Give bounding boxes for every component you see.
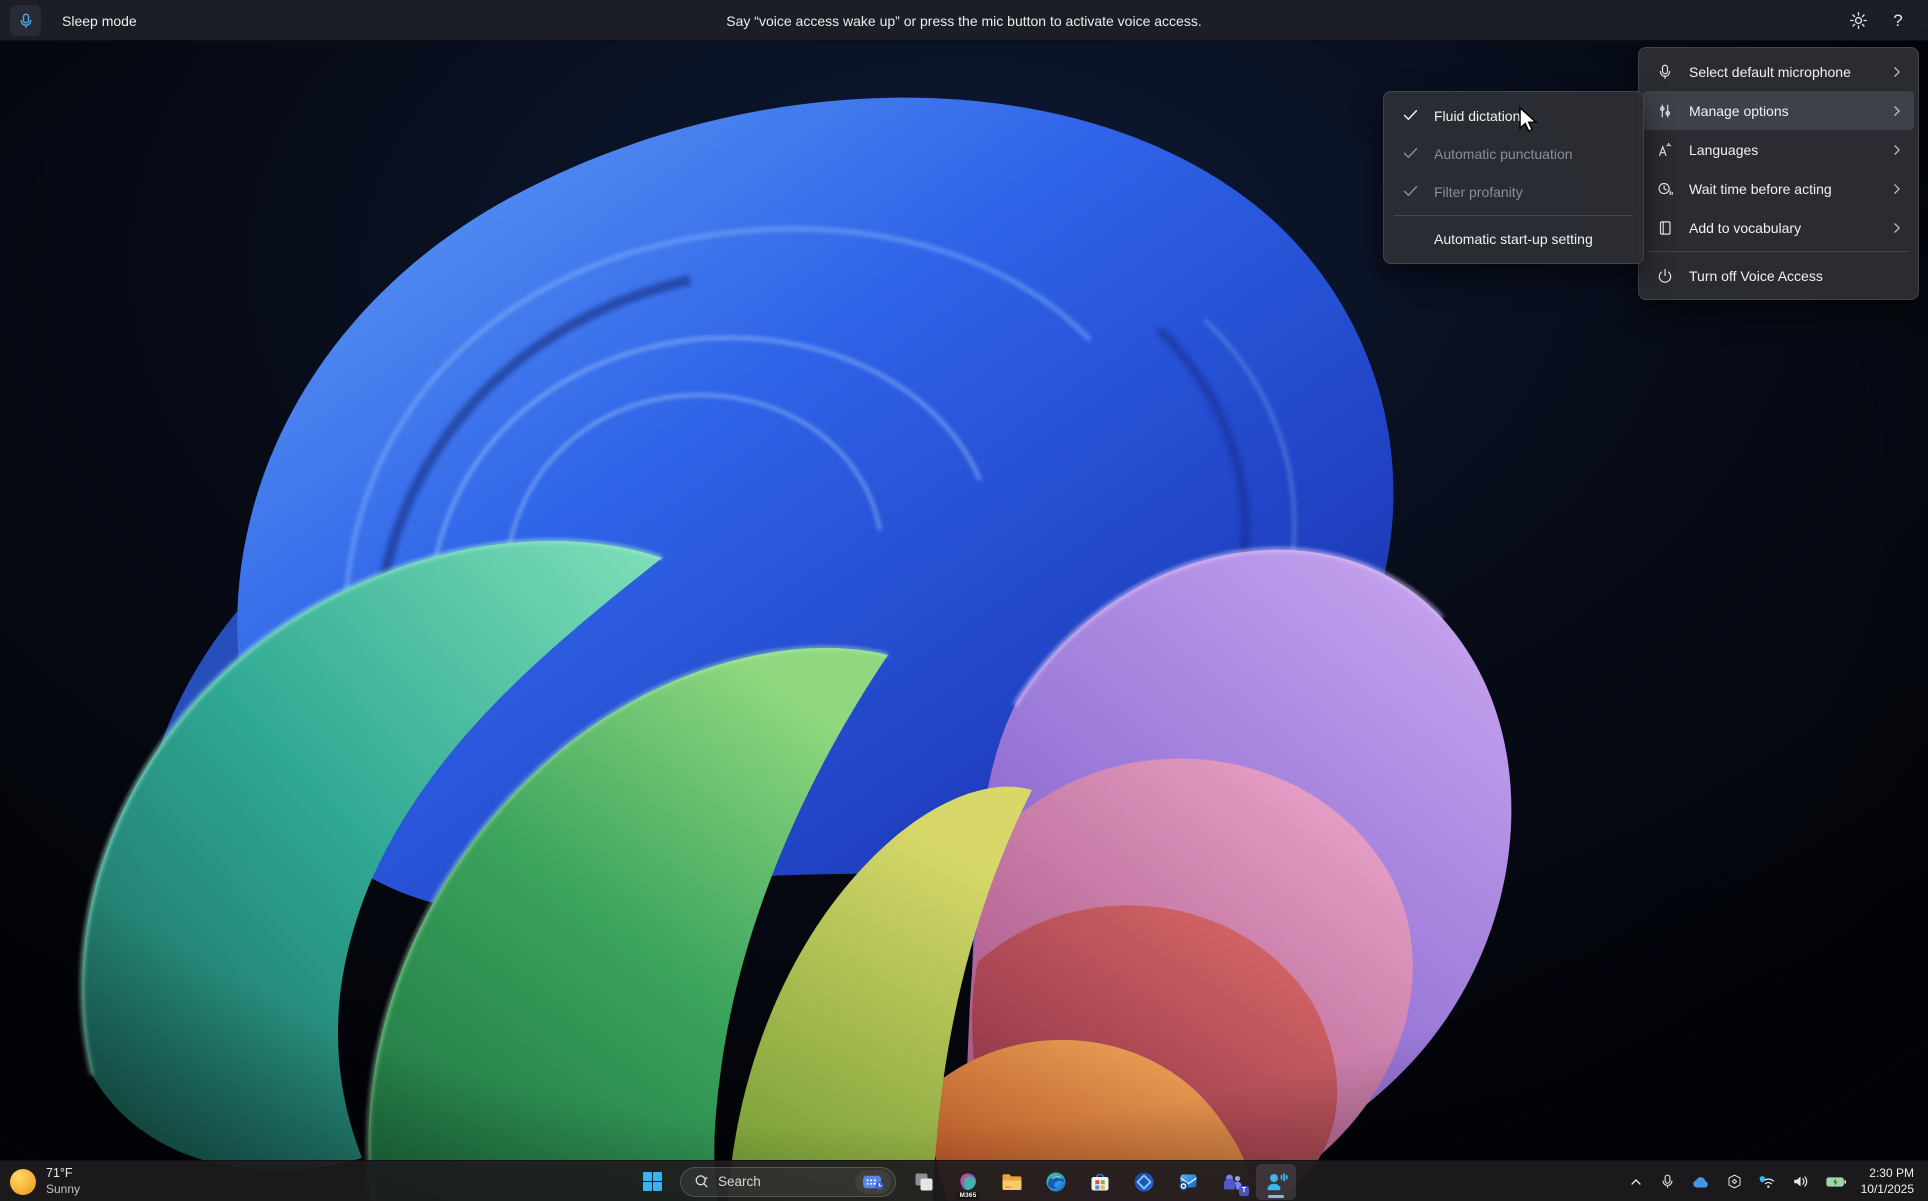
voice-access-mode-label: Sleep mode	[62, 0, 137, 41]
chevron-right-icon	[1890, 104, 1904, 118]
tray-date: 10/1/2025	[1861, 1182, 1914, 1198]
search-highlights-icon	[861, 1173, 885, 1191]
menu-item-languages[interactable]: Languages	[1643, 130, 1914, 169]
tray-volume-button[interactable]	[1785, 1164, 1817, 1200]
sun-icon	[10, 1169, 36, 1195]
chevron-right-icon	[1890, 182, 1904, 196]
voice-access-settings-button[interactable]	[1842, 5, 1874, 37]
menu-item-label: Add to vocabulary	[1689, 220, 1890, 236]
app-microsoft-teams[interactable]: T	[1212, 1164, 1252, 1200]
book-icon	[1655, 218, 1675, 238]
sliders-icon	[1655, 101, 1675, 121]
tray-show-hidden-icons-button[interactable]	[1621, 1164, 1651, 1200]
tray-battery-button[interactable]	[1818, 1164, 1854, 1200]
weather-condition: Sunny	[46, 1182, 80, 1197]
tray-microphone-button[interactable]	[1652, 1164, 1683, 1200]
chevron-right-icon	[1890, 143, 1904, 157]
wifi-shield-icon	[1758, 1173, 1777, 1190]
manage-options-submenu: Fluid dictation Automatic punctuation Fi…	[1383, 91, 1644, 264]
menu-item-select-default-microphone[interactable]: Select default microphone	[1643, 52, 1914, 91]
voice-access-message: Say “voice access wake up” or press the …	[0, 0, 1928, 41]
mouse-cursor	[1516, 106, 1540, 133]
submenu-item-filter-profanity[interactable]: Filter profanity	[1388, 173, 1639, 211]
taskbar: 71°F Sunny	[0, 1160, 1928, 1201]
app-microsoft-edge[interactable]	[1036, 1164, 1076, 1200]
menu-item-wait-time-before-acting[interactable]: Wait time before acting	[1643, 169, 1914, 208]
checkmark-icon	[1402, 108, 1424, 124]
voice-access-mic-button[interactable]	[10, 5, 41, 36]
tray-onedrive-button[interactable]	[1684, 1164, 1718, 1200]
checkmark-spacer	[1402, 231, 1424, 247]
tray-studio-effects-button[interactable]	[1719, 1164, 1750, 1200]
help-icon: ?	[1893, 11, 1902, 31]
menu-item-label: Turn off Voice Access	[1689, 268, 1904, 284]
checkmark-icon	[1402, 146, 1424, 162]
speaker-icon	[1792, 1173, 1810, 1190]
weather-widget[interactable]: 71°F Sunny	[10, 1161, 80, 1201]
weather-temperature: 71°F	[46, 1166, 80, 1182]
search-input[interactable]	[718, 1174, 836, 1189]
tray-time: 2:30 PM	[1861, 1166, 1914, 1182]
onedrive-cloud-icon	[1691, 1174, 1711, 1190]
submenu-separator	[1394, 215, 1633, 216]
voice-access-help-button[interactable]: ?	[1882, 5, 1914, 37]
menu-item-label: Languages	[1689, 142, 1890, 158]
menu-separator	[1649, 251, 1908, 252]
teams-badge: T	[1239, 1186, 1249, 1196]
menu-item-label: Select default microphone	[1689, 64, 1890, 80]
language-icon	[1655, 140, 1675, 160]
app-outlook[interactable]	[1168, 1164, 1208, 1200]
chevron-up-icon	[1628, 1174, 1644, 1190]
menu-item-turn-off-voice-access[interactable]: Turn off Voice Access	[1643, 256, 1914, 295]
clock-icon	[1655, 179, 1675, 199]
battery-charging-icon	[1825, 1175, 1847, 1189]
gear-icon	[1849, 11, 1868, 30]
app-microsoft-store[interactable]	[1080, 1164, 1120, 1200]
chevron-right-icon	[1890, 65, 1904, 79]
submenu-item-fluid-dictation[interactable]: Fluid dictation	[1388, 97, 1639, 135]
search-icon	[693, 1173, 710, 1190]
submenu-item-automatic-punctuation[interactable]: Automatic punctuation	[1388, 135, 1639, 173]
task-view-button[interactable]	[904, 1164, 944, 1200]
microsoft-365-copilot-icon	[956, 1170, 980, 1194]
windows-logo-icon	[642, 1171, 663, 1192]
microphone-icon	[1655, 62, 1675, 82]
submenu-item-label: Automatic start-up setting	[1434, 231, 1629, 247]
chevron-right-icon	[1890, 221, 1904, 235]
outlook-icon	[1176, 1170, 1200, 1194]
power-icon	[1655, 266, 1675, 286]
tray-network-button[interactable]	[1751, 1164, 1784, 1200]
copilot-app-icon	[1132, 1170, 1156, 1194]
search-highlights-button[interactable]	[855, 1170, 891, 1194]
submenu-item-label: Filter profanity	[1434, 184, 1629, 200]
start-button[interactable]	[632, 1164, 672, 1200]
file-explorer-icon	[1000, 1170, 1024, 1194]
cube-icon	[1726, 1173, 1743, 1190]
microphone-icon	[1659, 1173, 1676, 1190]
tray-clock[interactable]: 2:30 PM 10/1/2025	[1855, 1166, 1922, 1197]
app-voice-access-active[interactable]	[1256, 1164, 1296, 1200]
active-app-indicator	[1268, 1195, 1284, 1198]
app-microsoft-365-copilot[interactable]: M365	[948, 1164, 988, 1200]
app-file-explorer[interactable]	[992, 1164, 1032, 1200]
microsoft-edge-icon	[1044, 1170, 1068, 1194]
submenu-item-automatic-start-up-setting[interactable]: Automatic start-up setting	[1388, 220, 1639, 258]
m365-badge: M365	[957, 1192, 978, 1199]
microsoft-store-icon	[1088, 1170, 1112, 1194]
task-view-icon	[913, 1171, 935, 1193]
menu-item-manage-options[interactable]: Manage options	[1643, 91, 1914, 130]
menu-item-label: Manage options	[1689, 103, 1890, 119]
app-copilot[interactable]	[1124, 1164, 1164, 1200]
menu-item-label: Wait time before acting	[1689, 181, 1890, 197]
taskbar-search-box[interactable]	[680, 1167, 896, 1197]
voice-access-app-icon	[1263, 1169, 1289, 1195]
voice-access-settings-menu: Select default microphone Manage options…	[1638, 47, 1919, 300]
checkmark-icon	[1402, 184, 1424, 200]
menu-item-add-to-vocabulary[interactable]: Add to vocabulary	[1643, 208, 1914, 247]
microphone-icon	[17, 12, 35, 30]
submenu-item-label: Automatic punctuation	[1434, 146, 1629, 162]
voice-access-bar: Sleep mode Say “voice access wake up” or…	[0, 0, 1928, 41]
